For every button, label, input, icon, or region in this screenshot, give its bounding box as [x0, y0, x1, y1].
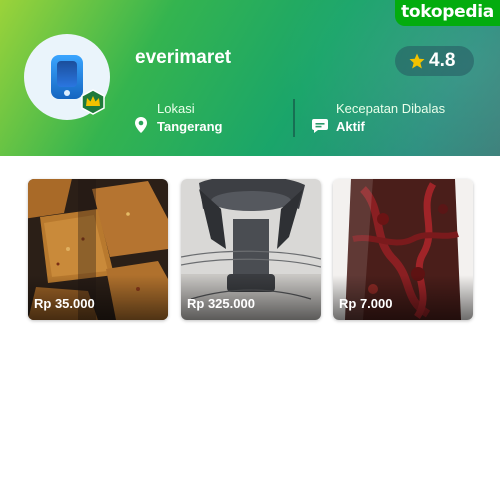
- location-pin-icon: [135, 117, 147, 133]
- shop-header: tokopedia everimaret 4.8 Lokasi Tangeran…: [0, 0, 500, 156]
- location-label: Lokasi: [157, 101, 195, 116]
- rating-value: 4.8: [429, 50, 456, 71]
- star-icon: [409, 53, 425, 69]
- crown-badge-icon: [81, 89, 105, 115]
- response-speed-label: Kecepatan Dibalas: [336, 101, 446, 116]
- product-price: Rp 7.000: [339, 296, 393, 311]
- product-price: Rp 325.000: [187, 296, 255, 311]
- rating-badge: 4.8: [395, 46, 474, 76]
- product-price: Rp 35.000: [34, 296, 95, 311]
- chat-icon: [312, 119, 328, 133]
- phone-icon: [51, 55, 83, 99]
- product-card[interactable]: Rp 7.000: [333, 179, 473, 320]
- product-card[interactable]: Rp 35.000: [28, 179, 168, 320]
- product-card[interactable]: Rp 325.000: [181, 179, 321, 320]
- location-value: Tangerang: [157, 119, 223, 134]
- tokopedia-logo: tokopedia: [395, 0, 500, 26]
- info-divider: [293, 99, 295, 137]
- response-speed-value: Aktif: [336, 119, 365, 134]
- shop-name: everimaret: [135, 47, 232, 68]
